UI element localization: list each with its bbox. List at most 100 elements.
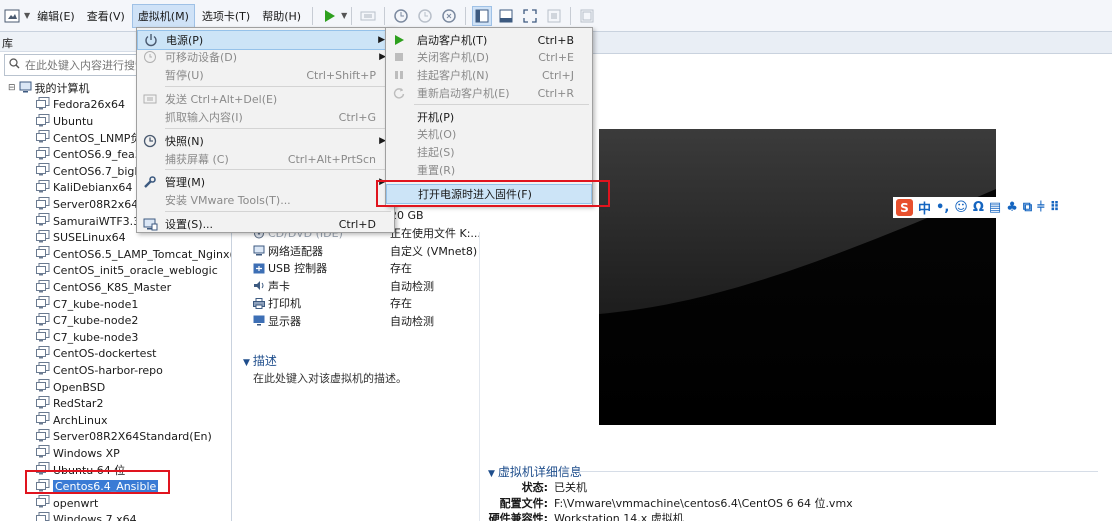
snapshot-icon[interactable]: [391, 6, 411, 26]
menu-help[interactable]: 帮助(H): [257, 5, 306, 27]
snapshot-icon: [142, 133, 158, 149]
toolbar-separator: [570, 6, 572, 25]
send-keys-icon[interactable]: [358, 6, 378, 26]
description-placeholder[interactable]: 在此处键入对该虚拟机的描述。: [253, 370, 407, 386]
vm-menu-item[interactable]: 抓取输入内容(I) Ctrl+G: [137, 107, 394, 127]
power-menu-item[interactable]: 重置(R): [386, 160, 592, 180]
toolbar-separator: [312, 6, 314, 25]
vm-icon: [36, 213, 50, 229]
power-dropdown-icon[interactable]: ▼: [341, 11, 347, 20]
device-row[interactable]: USB 控制器 存在: [253, 260, 493, 278]
ime-toolbar[interactable]: S 中 •, ☺ Ω ▤ ♣ ⧉ ⫩ ⠿: [893, 197, 1081, 218]
vm-menu-item[interactable]: 捕获屏幕 (C) Ctrl+Alt+PrtScn: [137, 149, 394, 169]
ime-grid-icon[interactable]: ⠿: [1050, 200, 1060, 215]
vm-list-item[interactable]: OpenBSD: [0, 379, 231, 396]
vm-icon: [36, 495, 50, 511]
ime-symbol-icon[interactable]: Ω: [973, 200, 984, 215]
vm-menu-item[interactable]: 安装 VMware Tools(T)...: [137, 190, 394, 210]
detail-key: 配置文件:: [499, 497, 548, 510]
power-menu-item[interactable]: 关机(O): [386, 124, 592, 144]
vm-name: CentOS-harbor-repo: [53, 363, 163, 377]
menu-tabs[interactable]: 选项卡(T): [197, 5, 255, 27]
revert-snapshot-icon[interactable]: [415, 6, 435, 26]
ime-emoji-icon[interactable]: ☺: [954, 200, 968, 215]
ime-keyboard-icon[interactable]: ▤: [989, 200, 1001, 215]
ime-crop-icon[interactable]: ⫩: [1037, 200, 1044, 215]
menu-item-label: 挂起客户机(N): [417, 69, 489, 82]
device-row[interactable]: 声卡 自动检测: [253, 277, 493, 295]
vm-list-item[interactable]: CentOS_init5_oracle_weblogic: [0, 262, 231, 280]
menu-item-label: 管理(M): [165, 176, 206, 189]
toolbar-separator: [384, 6, 386, 25]
vm-list-item[interactable]: Windows XP: [0, 445, 231, 462]
dropdown-arrow-icon[interactable]: ▼: [24, 11, 30, 20]
power-menu-item[interactable]: 重新启动客户机(E) Ctrl+R: [386, 83, 592, 103]
pause-icon: [391, 67, 407, 83]
vm-menu-item[interactable]: 可移动设备(D) ▶: [137, 47, 394, 67]
vm-name: Ubuntu: [53, 115, 94, 129]
power-on-icon[interactable]: [319, 6, 339, 26]
power-icon: [143, 32, 159, 48]
menu-item-label: 捕获屏幕 (C): [165, 153, 229, 166]
vm-name: Fedora26x64: [53, 98, 125, 112]
console-view-icon[interactable]: [496, 6, 516, 26]
vm-screen-preview[interactable]: [599, 129, 996, 425]
ime-toolbox-icon[interactable]: ⧉: [1023, 200, 1032, 215]
send-keys-icon: [142, 91, 158, 107]
menu-vm[interactable]: 虚拟机(M): [131, 3, 195, 28]
stretch-icon[interactable]: [577, 6, 597, 26]
tree-root-label: 我的计算机: [34, 82, 90, 96]
vm-list-item[interactable]: CentOS-dockertest: [0, 345, 231, 363]
ime-punctuation[interactable]: •,: [936, 200, 949, 215]
vm-icon: [36, 229, 50, 246]
menu-item-shortcut: Ctrl+R: [537, 86, 574, 100]
vm-menu-item[interactable]: 快照(N) ▶: [137, 131, 394, 151]
vm-list-item[interactable]: C7_kube-node3: [0, 329, 231, 346]
expand-triangle-icon: ▼: [488, 469, 495, 479]
ime-skin-icon[interactable]: ♣: [1006, 200, 1018, 215]
fullscreen-icon[interactable]: [520, 6, 540, 26]
toolbar-separator: [351, 6, 353, 25]
description-heading[interactable]: ▼ 描述: [243, 352, 277, 369]
ime-chinese-mode[interactable]: 中: [918, 198, 931, 217]
vm-menu-item[interactable]: 设置(S)... Ctrl+D: [137, 214, 394, 234]
vm-list-item[interactable]: openwrt: [0, 495, 231, 512]
menu-item-shortcut: Ctrl+E: [538, 50, 574, 64]
device-name: 显示器: [268, 314, 301, 328]
vm-list-item[interactable]: Server08R2X64Standard(En): [0, 428, 231, 446]
menu-item-label: 快照(N): [165, 135, 204, 148]
power-menu-item[interactable]: 挂起客户机(N) Ctrl+J: [386, 65, 592, 85]
vm-list-item[interactable]: CentOS6.5_LAMP_Tomcat_Nginx(Src): [0, 246, 231, 263]
vm-list-item[interactable]: Windows 7 x64: [0, 511, 231, 521]
vm-name: Windows XP: [53, 446, 120, 460]
vm-menu-item[interactable]: 暂停(U) Ctrl+Shift+P: [137, 65, 394, 85]
ime-logo[interactable]: S: [896, 199, 913, 216]
removable-device-icon: [142, 49, 158, 65]
menu-separator: [414, 104, 589, 105]
vm-details-heading[interactable]: ▼ 虚拟机详细信息: [488, 463, 582, 480]
device-row[interactable]: 显示器 自动检测: [253, 312, 493, 330]
menu-edit[interactable]: 编辑(E): [32, 5, 80, 27]
snapshot-manager-icon[interactable]: [439, 6, 459, 26]
power-menu-item[interactable]: 关闭客户机(D) Ctrl+E: [386, 47, 592, 67]
vm-list-item[interactable]: RedStar2: [0, 395, 231, 412]
collapse-icon[interactable]: ⊟: [8, 83, 16, 93]
vm-list-item[interactable]: CentOS6_K8S_Master: [0, 279, 231, 296]
vm-list-item[interactable]: C7_kube-node1: [0, 296, 231, 313]
vm-icon: [36, 262, 50, 279]
vm-icon: [36, 345, 50, 362]
vm-list-item[interactable]: ArchLinux: [0, 412, 231, 429]
vm-menu-item[interactable]: 管理(M) ▶: [137, 172, 394, 192]
device-row[interactable]: 网络适配器 自定义 (VMnet8): [253, 242, 493, 260]
menu-item-shortcut: Ctrl+D: [338, 217, 376, 231]
unity-icon[interactable]: [544, 6, 564, 26]
menu-view[interactable]: 查看(V): [82, 5, 130, 27]
vm-name: CentOS6_K8S_Master: [53, 281, 172, 295]
vm-list-item[interactable]: C7_kube-node2: [0, 312, 231, 329]
vm-menu-item[interactable]: 发送 Ctrl+Alt+Del(E): [137, 89, 394, 109]
power-menu-item[interactable]: 挂起(S): [386, 142, 592, 162]
home-icon[interactable]: [2, 6, 22, 26]
sidebar-toggle-icon[interactable]: [472, 5, 493, 26]
vm-list-item[interactable]: CentOS-harbor-repo: [0, 362, 231, 379]
device-row[interactable]: 打印机 存在: [253, 295, 493, 313]
